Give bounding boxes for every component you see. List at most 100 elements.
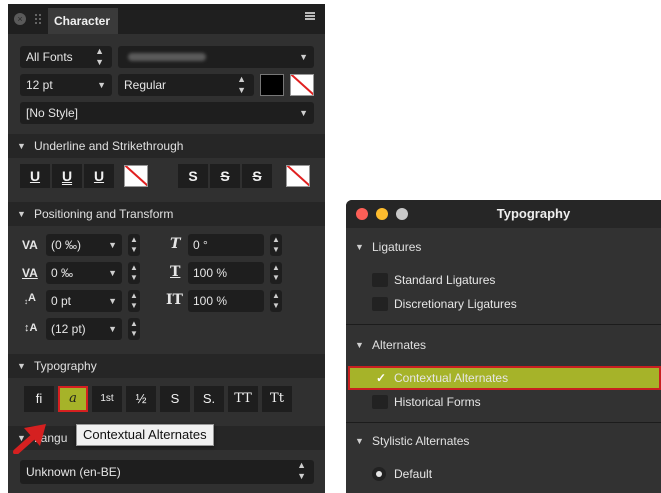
vertical-scale-icon: IT [166,292,183,308]
checkbox[interactable] [372,395,388,409]
baseline-stepper[interactable]: ▲ ▼ [128,290,140,312]
ligatures-button[interactable]: fi [24,386,54,412]
section-underline-strikethrough[interactable]: ▼ Underline and Strikethrough [8,134,325,158]
option-label: Contextual Alternates [394,371,509,385]
font-family-select[interactable]: ▼ [118,46,314,68]
ordinals-button[interactable]: 1st [92,386,122,412]
drag-grip-icon[interactable] [34,13,42,25]
option-label: Default [394,467,433,481]
disclosure-triangle-icon: ▼ [355,340,364,350]
horizontal-scale-icon: T [170,264,181,280]
leading-stepper[interactable]: ▲ ▼ [128,318,140,340]
double-strikethrough-button[interactable]: S [210,164,240,188]
tracking-value: (0 ‰) [51,238,81,252]
radio-button[interactable] [372,467,386,481]
tab-character[interactable]: Character [48,8,118,34]
disclosure-triangle-icon: ▼ [17,209,26,219]
panel-menu-icon[interactable] [305,12,319,24]
section-alternates[interactable]: ▼ Alternates [346,332,661,358]
disclosure-triangle-icon: ▼ [17,141,26,151]
font-size-select[interactable]: 12 pt ▼ [20,74,112,96]
vertical-scale-value: 100 % [193,294,228,308]
language-value: Unknown (en-BE) [26,465,121,479]
tracking-stepper[interactable]: ▲ ▼ [128,234,140,256]
kerning-field[interactable]: 0 ‰ ▼ [46,262,122,284]
font-weight-select[interactable]: Regular ▲ ▼ [118,74,254,96]
section-positioning-transform[interactable]: ▼ Positioning and Transform [8,202,325,226]
chevron-down-icon: ▼ [299,52,308,62]
kerning-value: 0 ‰ [51,266,74,280]
chevron-down-icon: ▼ [299,108,308,118]
checkbox[interactable] [372,297,388,311]
superscript-button[interactable]: S [160,386,190,412]
disclosure-triangle-icon: ▼ [355,242,364,252]
chevron-down-icon: ▼ [108,240,117,250]
chevron-down-icon: ▼ [108,268,117,278]
panel-titlebar: × Character [8,4,325,34]
language-select[interactable]: Unknown (en-BE) ▲ ▼ [20,460,314,484]
font-collection-select[interactable]: All Fonts ▲ ▼ [20,46,112,68]
chevron-down-icon: ▼ [108,324,117,334]
double-underline-button[interactable]: U [52,164,82,188]
tooltip: Contextual Alternates [76,424,214,446]
checkmark-icon: ✓ [376,371,387,385]
underline-accounting-button[interactable]: U [84,164,114,188]
strikethrough-button[interactable]: S [178,164,208,188]
fractions-button[interactable]: ½ [126,386,156,412]
annotation-arrow-icon [13,424,46,454]
subscript-button[interactable]: S. [194,386,224,412]
close-icon[interactable]: × [14,13,26,25]
contextual-alternates-button[interactable]: a [58,386,88,412]
shear-stepper[interactable]: ▲ ▼ [270,234,282,256]
tracking-icon: VA [22,238,38,252]
kerning-stepper[interactable]: ▲ ▼ [128,262,140,284]
font-size-value: 12 pt [26,78,53,92]
tracking-field[interactable]: (0 ‰) ▼ [46,234,122,256]
vertical-scale-stepper[interactable]: ▲ ▼ [270,290,282,312]
leading-value: (12 pt) [51,322,86,336]
typography-window: Typography ▼ Ligatures Standard Ligature… [346,200,661,493]
shear-icon: T [170,236,181,252]
section-title: Positioning and Transform [34,207,174,221]
horizontal-scale-value: 100 % [193,266,228,280]
text-fill-swatch[interactable] [260,74,284,96]
vertical-scale-field[interactable]: 100 % [188,290,264,312]
blurred-font-name [128,53,206,61]
checkbox[interactable] [372,273,388,287]
updown-icon: ▲ ▼ [95,46,104,67]
shear-field[interactable]: 0 ° [188,234,264,256]
section-title: Underline and Strikethrough [34,139,184,153]
underline-button[interactable]: U [20,164,50,188]
chevron-down-icon: ▼ [97,80,106,90]
section-typography[interactable]: ▼ Typography [8,354,325,378]
baseline-value: 0 pt [51,294,72,308]
all-caps-button[interactable]: TT [228,386,258,412]
baseline-field[interactable]: 0 pt ▼ [46,290,122,312]
underline-color-swatch[interactable] [124,165,148,187]
font-weight-value: Regular [124,78,167,92]
text-style-select[interactable]: [No Style] ▼ [20,102,314,124]
strikethrough-style-button[interactable]: S [242,164,272,188]
small-caps-button[interactable]: Tt [262,386,292,412]
option-label: Standard Ligatures [394,273,496,287]
disclosure-triangle-icon: ▼ [355,436,364,446]
option-label: Discretionary Ligatures [394,297,517,311]
chevron-down-icon: ▼ [108,296,117,306]
disclosure-triangle-icon: ▼ [17,361,26,371]
option-label: Historical Forms [394,395,481,409]
updown-icon: ▲ ▼ [297,460,306,481]
divider [346,422,661,423]
leading-field[interactable]: (12 pt) ▼ [46,318,122,340]
strikethrough-color-swatch[interactable] [286,165,310,187]
window-title: Typography [496,206,571,221]
section-stylistic-alternates[interactable]: ▼ Stylistic Alternates [346,428,661,454]
section-title: Typography [34,359,97,373]
updown-icon: ▲ ▼ [237,74,246,95]
text-stroke-swatch[interactable] [290,74,314,96]
horizontal-scale-field[interactable]: 100 % [188,262,264,284]
horizontal-scale-stepper[interactable]: ▲ ▼ [270,262,282,284]
section-ligatures[interactable]: ▼ Ligatures [346,234,661,260]
underline-button-group: U U U S S S [20,164,316,188]
section-title: Alternates [372,338,427,352]
shear-value: 0 ° [193,238,208,252]
